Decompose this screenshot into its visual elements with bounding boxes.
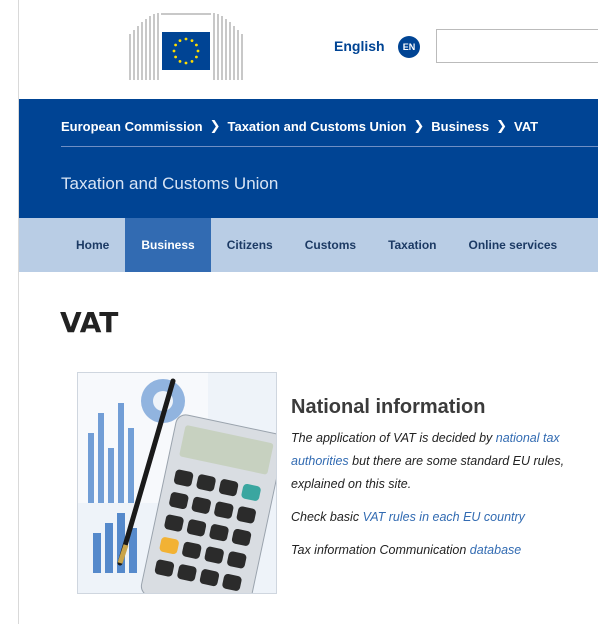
- nav-item-taxation[interactable]: Taxation: [372, 218, 452, 272]
- page-frame: English EN European Commission ❯ Taxatio…: [18, 0, 598, 624]
- database-link[interactable]: database: [470, 543, 521, 557]
- language-selector-label[interactable]: English: [334, 38, 385, 54]
- database-paragraph: Tax information Communication database: [291, 539, 591, 562]
- header-divider: [61, 146, 598, 147]
- page-title: VAT: [60, 306, 119, 339]
- vat-rules-link[interactable]: VAT rules in each EU country: [363, 510, 525, 524]
- main-navigation: Home Business Citizens Customs Taxation …: [19, 218, 598, 272]
- breadcrumb-separator-icon: ❯: [209, 118, 221, 133]
- nav-item-home[interactable]: Home: [19, 218, 125, 272]
- breadcrumb-separator-icon: ❯: [496, 118, 507, 133]
- breadcrumb: European Commission ❯ Taxation and Custo…: [61, 118, 538, 134]
- nav-item-citizens[interactable]: Citizens: [211, 218, 289, 272]
- nav-item-customs[interactable]: Customs: [289, 218, 372, 272]
- language-badge-icon[interactable]: EN: [398, 36, 420, 58]
- nav-item-online-services[interactable]: Online services: [453, 218, 574, 272]
- calculator-image[interactable]: [77, 372, 277, 594]
- national-information-block: National information The application of …: [291, 396, 591, 572]
- breadcrumb-item-european-commission[interactable]: European Commission: [61, 119, 203, 134]
- vat-rules-paragraph: Check basic VAT rules in each EU country: [291, 506, 591, 529]
- site-header: European Commission ❯ Taxation and Custo…: [19, 99, 598, 218]
- breadcrumb-item-business[interactable]: Business: [431, 119, 489, 134]
- breadcrumb-item-vat: VAT: [514, 118, 539, 134]
- breadcrumb-item-taxation-customs-union[interactable]: Taxation and Customs Union: [227, 119, 406, 134]
- vat-rules-text: Check basic: [291, 510, 363, 524]
- european-commission-logo[interactable]: [127, 12, 247, 82]
- calculator-illustration: [78, 373, 276, 593]
- database-text: Tax information Communication: [291, 543, 470, 557]
- section-title: National information: [291, 396, 486, 418]
- search-input[interactable]: [436, 29, 598, 63]
- intro-paragraph: The application of VAT is decided by nat…: [291, 427, 591, 496]
- nav-item-business[interactable]: Business: [125, 218, 211, 272]
- site-title[interactable]: Taxation and Customs Union: [61, 174, 278, 194]
- intro-text-start: The application of VAT is decided by: [291, 431, 496, 445]
- breadcrumb-separator-icon: ❯: [413, 118, 425, 133]
- top-bar: English EN: [19, 0, 598, 99]
